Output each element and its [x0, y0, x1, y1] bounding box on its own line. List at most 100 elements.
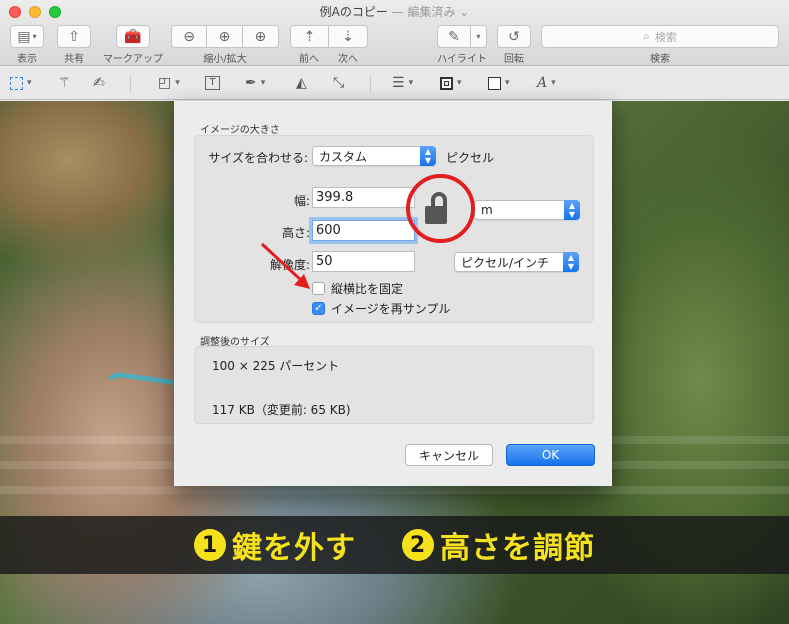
markup-button[interactable]: 🧰: [116, 25, 150, 48]
document-name: 例Aのコピー: [319, 5, 388, 19]
preview-window: 例Aのコピー — 編集済み ⌄ ▤ ▾ 表示 ⇧ 共有 🧰 マークアップ ⊖ ⊕ …: [0, 0, 789, 624]
line-style-tool[interactable]: ☰ ▾: [392, 73, 413, 93]
page-up-icon: ⇡: [303, 28, 316, 45]
resolution-unit-popup[interactable]: ピクセル/インチ ▲ ▼: [454, 252, 579, 272]
popup-arrows-icon: ▲ ▼: [563, 252, 579, 272]
border-color-tool[interactable]: ▾: [440, 73, 462, 93]
sign-tool[interactable]: ✒ ▾: [245, 73, 265, 93]
toolbar-divider: [370, 76, 371, 92]
height-field[interactable]: 600: [312, 220, 415, 241]
page-down-icon: ⇣: [342, 28, 354, 45]
shapes-tool[interactable]: ◰ ▾: [158, 73, 180, 93]
sketch-tool[interactable]: ✍: [93, 73, 105, 93]
zoom-in-button[interactable]: ⊕: [207, 26, 243, 47]
chevron-down-icon: ▾: [551, 78, 556, 88]
rotate-icon: ↺: [508, 28, 520, 45]
height-label: 高さ:: [281, 226, 310, 240]
window-title: 例Aのコピー — 編集済み ⌄: [0, 3, 789, 20]
toolbar-divider: [130, 76, 131, 92]
adjust-color-icon: ◭: [296, 75, 307, 91]
step-text: 鍵を外す: [232, 531, 356, 566]
ok-button[interactable]: OK: [506, 444, 595, 466]
sidebar-icon: ▤: [17, 28, 31, 45]
magic-wand-icon: ⚚: [58, 75, 71, 91]
view-label: 表示: [17, 54, 37, 65]
unit-popup[interactable]: m ▲ ▼: [474, 200, 580, 220]
chevron-down-icon: ▾: [505, 78, 510, 88]
shirt-stripe: [0, 486, 789, 494]
resample-checkbox[interactable]: ✓ イメージを再サンプル: [312, 300, 450, 317]
adjust-size-tool[interactable]: ⤡: [333, 73, 344, 93]
result-filesize: 117 KB（変更前: 65 KB): [212, 403, 351, 417]
text-box-icon: T: [205, 76, 220, 90]
next-page-button[interactable]: ⇣: [329, 26, 367, 47]
width-label: 幅:: [293, 194, 310, 208]
prev-label: 前へ: [299, 54, 319, 65]
search-label: 検索: [650, 54, 670, 65]
text-style-tool[interactable]: A ▾: [537, 73, 556, 93]
unlock-icon[interactable]: [425, 206, 447, 224]
fill-color-icon: [488, 76, 501, 90]
adjust-color-tool[interactable]: ◭: [296, 73, 307, 93]
zoom-label: 縮小/拡大: [203, 54, 247, 65]
chevron-down-icon: ▾: [27, 78, 32, 88]
highlight-label: ハイライト: [437, 54, 487, 65]
chevron-down-icon: ▾: [175, 78, 180, 88]
zoom-fit-button[interactable]: ⊕: [243, 26, 278, 47]
highlight-menu-button[interactable]: ▾: [471, 26, 486, 47]
view-button[interactable]: ▤ ▾: [10, 25, 44, 48]
chevron-down-icon: ▾: [476, 32, 481, 41]
instant-alpha-tool[interactable]: ⚚: [58, 73, 71, 93]
chevron-down-icon: ▾: [457, 78, 462, 88]
toolbox-icon: 🧰: [124, 28, 142, 45]
sketch-icon: ✍: [93, 75, 105, 91]
prev-page-button[interactable]: ⇡: [291, 26, 330, 47]
share-button[interactable]: ⇧: [57, 25, 91, 48]
rect-selection-icon: [10, 76, 23, 90]
adjust-size-dialog: イメージの大きさ サイズを合わせる: カスタム ▲ ▼ ピクセル 幅: 399.8…: [174, 101, 612, 486]
highlight-button[interactable]: ✎: [438, 26, 471, 47]
zoom-out-icon: ⊖: [183, 28, 196, 45]
shapes-icon: ◰: [158, 75, 172, 91]
fit-unit-label: ピクセル: [446, 151, 495, 165]
selection-tool[interactable]: ▾: [10, 73, 32, 93]
popup-arrows-icon: ▲ ▼: [420, 146, 436, 166]
highlight-segment: ✎ ▾: [437, 25, 487, 48]
checkbox-icon: [312, 282, 325, 295]
chevron-down-icon: ▾: [260, 78, 266, 88]
resolution-field[interactable]: 50: [312, 251, 415, 272]
zoom-in-icon: ⊕: [218, 28, 231, 45]
fill-color-tool[interactable]: ▾: [488, 73, 510, 93]
fit-popup[interactable]: カスタム ▲ ▼: [312, 146, 436, 166]
rotate-button[interactable]: ↺: [497, 25, 531, 48]
cancel-button[interactable]: キャンセル: [405, 444, 493, 466]
share-label: 共有: [64, 54, 84, 65]
result-percent: 100 × 225 パーセント: [212, 359, 340, 373]
step-text: 高さを調節: [440, 531, 595, 566]
width-field[interactable]: 399.8: [312, 187, 415, 208]
scale-proportionally-label: 縦横比を固定: [331, 282, 404, 296]
annotation-arrow: [260, 242, 310, 289]
markup-label: マークアップ: [103, 54, 163, 65]
size-section-title: イメージの大きさ: [200, 125, 280, 136]
zoom-fit-icon: ⊕: [254, 28, 267, 45]
zoom-out-button[interactable]: ⊖: [172, 26, 208, 47]
highlighter-icon: ✎: [447, 28, 460, 45]
search-input[interactable]: ⌕ 検索: [541, 25, 779, 48]
markup-toolbar: ▾ ⚚ ✍ ◰ ▾ T ✒ ▾ ◭ ⤡ ☰ ▾ ▾ ▾ A ▾: [0, 67, 789, 100]
step-number: 2: [402, 529, 434, 561]
lock-shackle: [431, 192, 447, 207]
line-style-icon: ☰: [392, 75, 405, 91]
border-color-icon: [440, 76, 453, 90]
unit-value: m: [481, 203, 493, 217]
scale-proportionally-checkbox[interactable]: 縦横比を固定: [312, 280, 403, 297]
share-icon: ⇧: [68, 28, 80, 45]
instruction-banner: 1 鍵を外す 2 高さを調節: [0, 516, 789, 574]
step-number: 1: [194, 529, 226, 561]
search-icon: ⌕: [643, 29, 650, 43]
text-tool[interactable]: T: [205, 73, 220, 93]
resolution-unit-value: ピクセル/インチ: [461, 255, 550, 270]
checkmark-icon: ✓: [312, 302, 325, 315]
rotate-label: 回転: [504, 54, 524, 65]
edited-status[interactable]: — 編集済み ⌄: [392, 5, 470, 19]
